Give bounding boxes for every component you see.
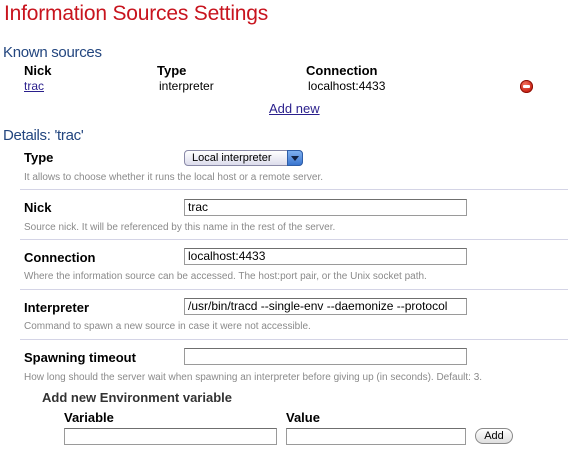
connection-input[interactable]: localhost:4433 [184,248,467,265]
nick-label: Nick [24,200,52,215]
spawning-timeout-help: How long should the server wait when spa… [24,372,483,383]
column-header-type: Type [157,63,187,78]
divider [20,339,568,340]
remove-source-icon[interactable] [520,80,533,93]
details-title: Details: 'trac' [3,127,84,144]
column-header-connection: Connection [306,63,378,78]
type-label: Type [24,150,54,165]
env-variable-label: Variable [64,410,114,425]
type-select[interactable]: Local interpreter [184,150,303,166]
source-nick-link[interactable]: trac [24,79,44,93]
interpreter-label: Interpreter [24,300,90,315]
type-select-value: Local interpreter [192,152,272,164]
env-variable-input[interactable] [64,428,277,445]
spawning-timeout-input[interactable] [184,348,467,365]
env-value-input[interactable] [286,428,466,445]
interpreter-help: Command to spawn a new source in case it… [24,321,311,332]
source-type-cell: interpreter [159,79,214,93]
connection-help: Where the information source can be acce… [24,271,427,282]
divider [20,289,568,290]
column-header-nick: Nick [24,63,52,78]
page-title: Information Sources Settings [4,2,269,25]
chevron-down-icon [287,150,303,166]
nick-input[interactable]: trac [184,199,467,216]
connection-label: Connection [24,250,96,265]
known-sources-title: Known sources [3,44,102,61]
spawning-timeout-label: Spawning timeout [24,350,136,365]
type-help: It allows to choose whether it runs the … [24,172,324,183]
nick-help: Source nick. It will be referenced by th… [24,222,336,233]
add-env-button[interactable]: Add [475,428,513,444]
divider [20,239,568,240]
source-connection-cell: localhost:4433 [308,79,386,93]
interpreter-input[interactable]: /usr/bin/tracd --single-env --daemonize … [184,298,467,315]
env-section-title: Add new Environment variable [42,390,232,405]
add-new-source-link[interactable]: Add new [269,101,320,116]
divider [20,189,568,190]
env-value-label: Value [286,410,320,425]
